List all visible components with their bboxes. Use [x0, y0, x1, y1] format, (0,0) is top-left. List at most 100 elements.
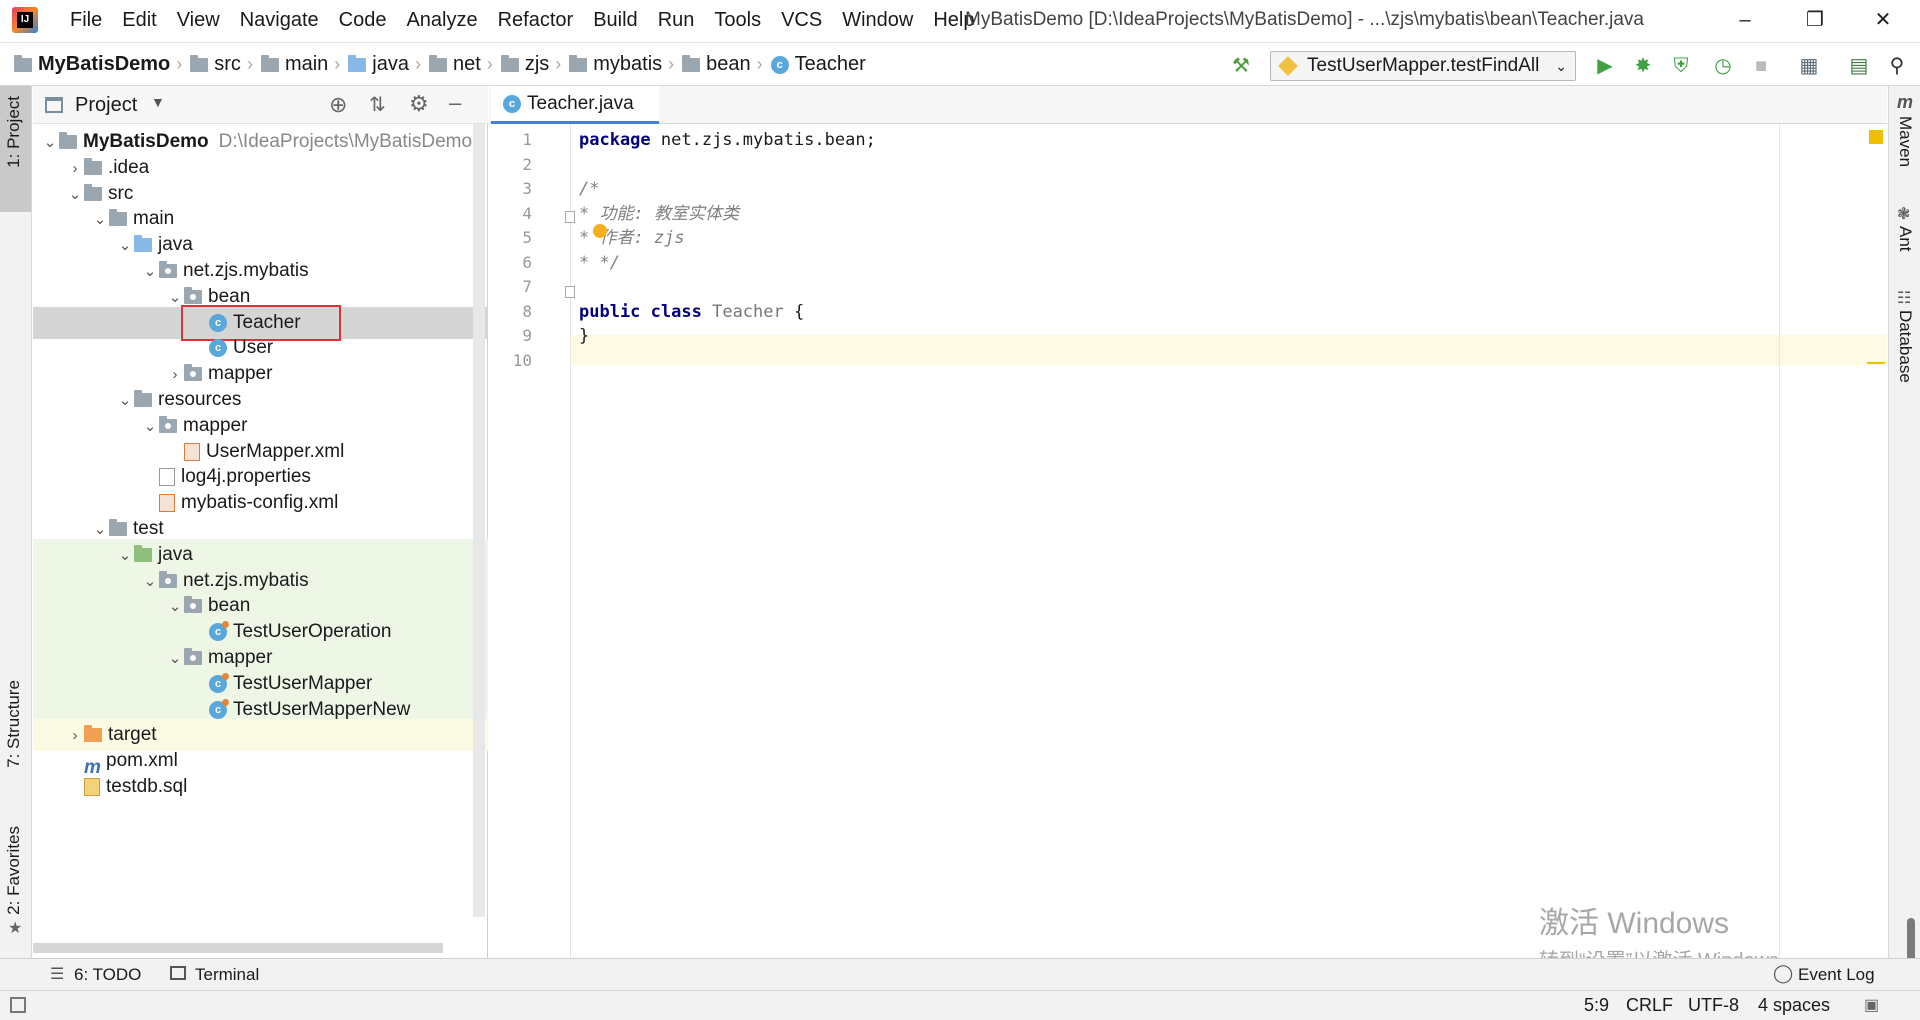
- app-logo-icon: IJ: [12, 7, 38, 33]
- indent-setting[interactable]: 4 spaces: [1758, 995, 1830, 1016]
- menu-refactor[interactable]: Refactor: [488, 9, 584, 32]
- code-line[interactable]: }: [579, 321, 589, 351]
- breadcrumb-item[interactable]: java: [348, 53, 409, 76]
- breadcrumb-item[interactable]: bean: [682, 53, 751, 76]
- close-button[interactable]: ✕: [1860, 4, 1906, 36]
- menu-edit[interactable]: Edit: [112, 9, 166, 32]
- tab-favorites[interactable]: 2: Favorites: [4, 826, 24, 915]
- tab-todo[interactable]: 6: TODO: [74, 965, 141, 985]
- project-structure-icon[interactable]: ▦: [1796, 53, 1822, 79]
- ant-icon: ❃: [1897, 206, 1911, 223]
- hide-panel-icon[interactable]: –: [449, 90, 461, 116]
- fold-marker-icon[interactable]: [565, 286, 575, 298]
- line-number: 5: [522, 228, 532, 247]
- line-number: 9: [522, 326, 532, 345]
- project-folder-icon: [14, 54, 32, 72]
- title-bar: IJ File Edit View Navigate Code Analyze Refact…: [0, 0, 1920, 42]
- debug-icon[interactable]: ✸: [1630, 53, 1656, 79]
- tab-structure[interactable]: 7: Structure: [4, 680, 24, 768]
- tab-terminal[interactable]: Terminal: [195, 965, 259, 985]
- menu-navigate[interactable]: Navigate: [230, 9, 329, 32]
- code-line[interactable]: package net.zjs.mybatis.bean;: [579, 125, 876, 155]
- menu-window[interactable]: Window: [832, 9, 923, 32]
- tree-item-label: main: [133, 208, 175, 230]
- tab-ant[interactable]: Ant: [1895, 226, 1915, 252]
- test-class-icon: c: [209, 698, 229, 719]
- tab-maven[interactable]: Maven: [1895, 116, 1915, 167]
- minimize-button[interactable]: –: [1722, 4, 1768, 36]
- class-icon: c: [770, 55, 789, 74]
- tab-database[interactable]: Database: [1895, 310, 1915, 383]
- stop-icon[interactable]: ■: [1748, 53, 1774, 79]
- toggle-tool-windows-icon[interactable]: [10, 997, 26, 1013]
- collapse-all-icon[interactable]: ⇅: [369, 92, 386, 117]
- file-encoding[interactable]: UTF-8: [1688, 995, 1739, 1016]
- menu-analyze[interactable]: Analyze: [396, 9, 487, 32]
- build-hammer-icon[interactable]: ⚒: [1228, 53, 1254, 79]
- code-line[interactable]: * */: [579, 248, 620, 278]
- tab-event-log[interactable]: Event Log: [1798, 965, 1875, 985]
- restore-button[interactable]: ❐: [1792, 4, 1838, 36]
- menu-vcs[interactable]: VCS: [771, 9, 832, 32]
- code-line[interactable]: public class Teacher {: [579, 297, 804, 327]
- intention-bulb-icon[interactable]: [593, 224, 607, 238]
- resources-folder-icon: [134, 389, 152, 407]
- tree-scrollbar[interactable]: [473, 124, 485, 917]
- run-configuration-select[interactable]: TestUserMapper.testFindAll ⌄: [1270, 51, 1576, 81]
- folder-icon: [84, 183, 102, 201]
- lock-icon[interactable]: ▣: [1864, 995, 1879, 1015]
- editor-area: cTeacher.java ✕ 12345678910 package net.…: [489, 86, 1887, 972]
- breadcrumb-item[interactable]: zjs: [500, 53, 549, 76]
- tree-item-label: TestUserMapper: [233, 672, 373, 694]
- tree-item-label: UserMapper.xml: [206, 440, 345, 462]
- menu-run[interactable]: Run: [648, 9, 705, 32]
- tree-horizontal-scrollbar[interactable]: [33, 943, 443, 953]
- code-token: /*: [579, 179, 600, 199]
- menu-code[interactable]: Code: [329, 9, 397, 32]
- editor-tab-bar: cTeacher.java ✕: [489, 86, 1887, 149]
- todo-icon: ☰: [50, 966, 65, 983]
- chevron-down-icon[interactable]: ▼: [151, 94, 165, 110]
- test-class-icon: c: [209, 672, 229, 693]
- folder-icon: [569, 54, 588, 72]
- code-token: public: [579, 301, 641, 322]
- profile-icon[interactable]: ◷: [1710, 53, 1736, 79]
- breadcrumb-item[interactable]: mybatis: [569, 53, 662, 76]
- class-icon: c: [209, 339, 227, 358]
- tree-item[interactable]: testdb.sql: [33, 771, 488, 803]
- code-token: net.zjs.mybatis.bean;: [650, 130, 876, 150]
- tree-item-label: TestUserMapperNew: [233, 698, 411, 720]
- line-number: 2: [522, 154, 532, 174]
- tab-project[interactable]: 1: Project: [0, 86, 31, 212]
- breadcrumb-item[interactable]: net: [429, 53, 481, 76]
- project-view-select[interactable]: Project: [75, 94, 137, 117]
- breadcrumb-item[interactable]: src: [190, 53, 241, 76]
- fold-marker-icon[interactable]: [565, 211, 575, 223]
- breadcrumb-item[interactable]: MyBatisDemo: [14, 53, 170, 76]
- tab-teacher-java[interactable]: cTeacher.java ✕: [491, 86, 659, 149]
- analysis-status-icon[interactable]: [1869, 130, 1883, 144]
- menu-view[interactable]: View: [167, 9, 230, 32]
- gear-icon[interactable]: ⚙: [409, 91, 429, 117]
- caret-position[interactable]: 5:9: [1584, 995, 1609, 1016]
- tree-item-label: java: [158, 234, 193, 256]
- run-anything-icon[interactable]: ▤: [1846, 53, 1872, 79]
- run-icon[interactable]: ▶: [1592, 53, 1618, 79]
- xml-file-icon: [159, 494, 175, 513]
- watermark-line1: 激活 Windows: [1539, 907, 1730, 940]
- search-icon[interactable]: ⚲: [1884, 53, 1910, 79]
- menu-tools[interactable]: Tools: [704, 9, 771, 32]
- breadcrumb-item[interactable]: main: [260, 53, 328, 76]
- project-view-icon: [45, 97, 63, 113]
- run-config-icon: [1278, 56, 1298, 76]
- coverage-icon[interactable]: ⛨: [1668, 53, 1694, 79]
- breadcrumb-item[interactable]: c Teacher: [770, 53, 866, 76]
- menu-build[interactable]: Build: [583, 9, 647, 32]
- menu-file[interactable]: File: [60, 9, 112, 32]
- chevron-down-icon: ⌄: [1555, 58, 1567, 74]
- breadcrumb-separator: ›: [246, 54, 253, 74]
- breadcrumb-label: src: [214, 53, 241, 75]
- locate-icon[interactable]: ⊕: [329, 92, 347, 118]
- line-separator[interactable]: CRLF: [1626, 995, 1673, 1016]
